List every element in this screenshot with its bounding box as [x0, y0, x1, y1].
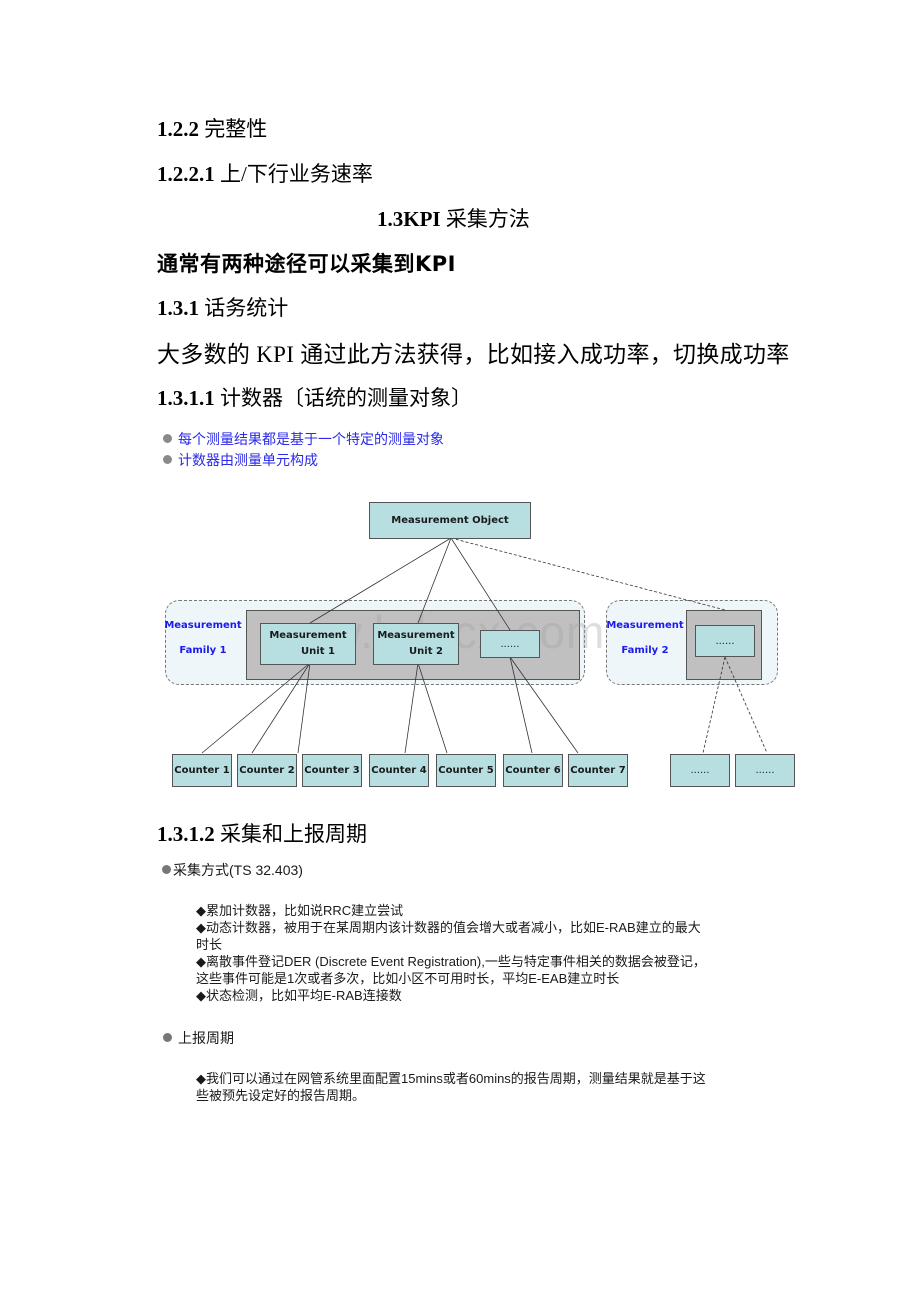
list-item: 每个测量结果都是基于一个特定的测量对象: [163, 430, 444, 451]
collection-methods-list: ◆累加计数器，比如说RRC建立尝试 ◆动态计数器，被用于在某周期内该计数器的值会…: [196, 902, 706, 1004]
heading-1-3-1-1: 1.3.1.1 计数器〔话统的测量对象〕: [157, 382, 472, 412]
bullet-icon: [162, 865, 171, 874]
report-line: 些被预先设定好的报告周期。: [196, 1088, 366, 1103]
heading-number: 1.3.1: [157, 296, 199, 320]
heading-1-3: 1.3KPI 采集方法: [377, 203, 530, 233]
heading-text: 采集方法: [445, 207, 530, 231]
counter-5-box: Counter 5: [436, 754, 496, 787]
report-period-title: 上报周期: [163, 1028, 234, 1048]
counter-3-box: Counter 3: [302, 754, 362, 787]
dashed-connector: [702, 656, 726, 754]
unit-label-line: Measurement: [269, 630, 347, 641]
unit-label-line: Unit 1: [301, 646, 335, 657]
measurement-hierarchy-diagram: www.bdocx.com Measurement Family 1 Measu…: [160, 495, 810, 795]
intro-text: 通常有两种途径可以采集到KPI: [157, 252, 456, 276]
connector-line: [297, 662, 311, 754]
heading-text: 计数器〔话统的测量对象〕: [220, 386, 472, 410]
method-line: 这些事件可能是1次或者多次，比如小区不可用时长，平均E-EAB建立时长: [196, 971, 620, 986]
counter-7-box: Counter 7: [568, 754, 628, 787]
heading-number: 1.2.2.1: [157, 162, 215, 186]
heading-1-3-1-2: 1.3.1.2 采集和上报周期: [157, 818, 367, 848]
connector-line: [417, 537, 452, 624]
heading-text: 上/下行业务速率: [220, 162, 373, 186]
counter-2-box: Counter 2: [237, 754, 297, 787]
dashed-connector: [724, 656, 768, 754]
heading-number: 1.3KPI: [377, 207, 441, 231]
body-paragraph: 大多数的 KPI 通过此方法获得，比如接入成功率，切换成功率: [157, 342, 790, 367]
method-line: ◆累加计数器，比如说RRC建立尝试: [196, 903, 404, 918]
heading-number: 1.2.2: [157, 117, 199, 141]
connector-line: [417, 662, 448, 754]
blue-bullet-list: 每个测量结果都是基于一个特定的测量对象 计数器由测量单元构成: [163, 430, 444, 472]
bullet-icon: [163, 455, 172, 464]
measurement-unit-2-box: Measurement Unit 2: [373, 623, 459, 665]
measurement-unit-more-box: ......: [480, 630, 540, 658]
heading-text: 完整性: [204, 117, 268, 141]
method-line: 时长: [196, 937, 223, 952]
heading-1-3-1: 1.3.1 话务统计: [157, 292, 288, 322]
list-item: 计数器由测量单元构成: [163, 451, 444, 472]
method-line: ◆离散事件登记DER (Discrete Event Registration)…: [196, 954, 706, 969]
counter-1-box: Counter 1: [172, 754, 232, 787]
bullet-icon: [163, 1033, 172, 1042]
heading-number: 1.3.1.2: [157, 822, 215, 846]
heading-1-2-2: 1.2.2 完整性: [157, 113, 267, 143]
method-line: ◆状态检测，比如平均E-RAB连接数: [196, 988, 402, 1003]
connector-line: [201, 662, 311, 754]
heading-text: 话务统计: [204, 296, 289, 320]
unit-label-line: Measurement: [377, 630, 455, 641]
heading-1-2-2-1: 1.2.2.1 上/下行业务速率: [157, 158, 373, 188]
family-2-unit-box: ......: [695, 625, 755, 657]
bullet-text: 采集方式(TS 32.403): [173, 862, 303, 878]
counter-more-box: ......: [670, 754, 730, 787]
method-line: ◆动态计数器，被用于在某周期内该计数器的值会增大或者减小，比如E-RAB建立的最…: [196, 920, 701, 935]
heading-text: 采集和上报周期: [220, 822, 367, 846]
connector-line: [251, 662, 311, 754]
connector-line: [509, 656, 533, 754]
collection-method-title: 采集方式(TS 32.403): [162, 860, 303, 880]
list-item-text: 每个测量结果都是基于一个特定的测量对象: [178, 433, 444, 448]
report-line: ◆我们可以通过在网管系统里面配置15mins或者60mins的报告周期，测量结果…: [196, 1071, 706, 1086]
connector-line: [509, 656, 579, 754]
bullet-icon: [163, 434, 172, 443]
connector-line: [450, 537, 511, 631]
bullet-text: 上报周期: [178, 1030, 234, 1046]
list-item-text: 计数器由测量单元构成: [178, 454, 318, 469]
measurement-unit-1-box: Measurement Unit 1: [260, 623, 356, 665]
report-period-text: ◆我们可以通过在网管系统里面配置15mins或者60mins的报告周期，测量结果…: [196, 1070, 706, 1104]
dashed-connector: [450, 537, 726, 611]
measurement-object-box: Measurement Object: [369, 502, 531, 539]
connector-line: [404, 662, 419, 754]
unit-label-line: Unit 2: [409, 646, 443, 657]
counter-4-box: Counter 4: [369, 754, 429, 787]
counter-more-box: ......: [735, 754, 795, 787]
counter-6-box: Counter 6: [503, 754, 563, 787]
connector-line: [309, 537, 452, 624]
heading-number: 1.3.1.1: [157, 386, 215, 410]
